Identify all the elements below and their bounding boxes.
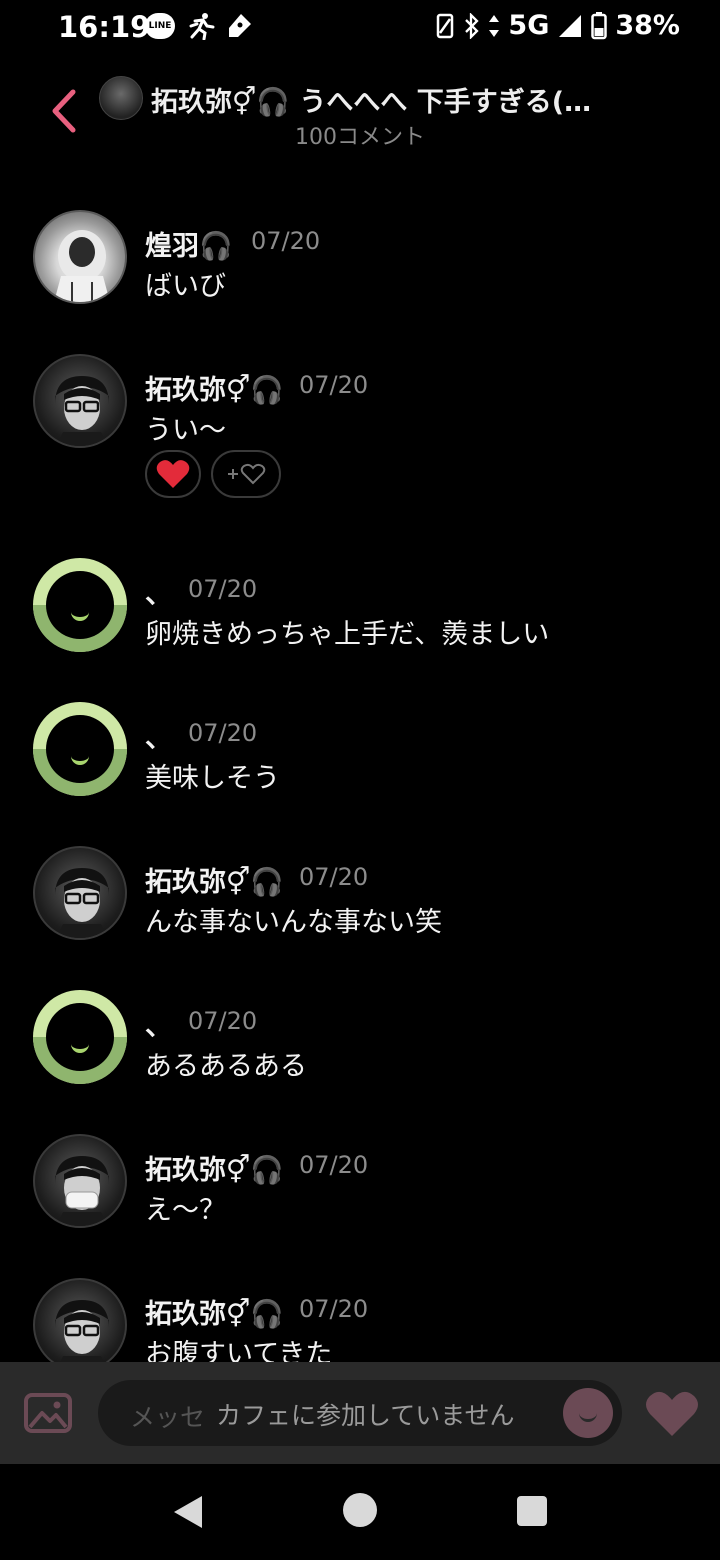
reaction-bar: [145, 450, 281, 498]
comment-text: お腹すいてきた: [145, 1339, 333, 1362]
heart-reaction[interactable]: [145, 450, 201, 498]
comment-author[interactable]: 煌羽🎧: [145, 224, 233, 263]
thread-author-avatar[interactable]: [99, 76, 143, 120]
comment-date: 07/20: [188, 1007, 258, 1035]
comment-author[interactable]: 、: [145, 1004, 172, 1043]
user-avatar[interactable]: [33, 702, 127, 796]
comment-text: え〜？: [145, 1195, 226, 1226]
comment-text: んな事ないんな事ない笑: [145, 907, 442, 938]
comment-text: 美味しそう: [145, 763, 280, 794]
comment-count: 100コメント: [295, 125, 425, 150]
user-avatar[interactable]: [33, 210, 127, 304]
user-avatar[interactable]: [33, 990, 127, 1084]
comment-author[interactable]: 拓玖弥⚥🎧: [145, 368, 284, 407]
comment-date: 07/20: [299, 863, 369, 891]
thread-title[interactable]: 拓玖弥⚥🎧 うへへへ 下手すぎる(…: [151, 80, 611, 119]
comment-text: 卵焼きめっちゃ上手だ、羨ましい: [145, 619, 550, 650]
person-with-glasses-icon: [55, 868, 109, 938]
system-nav-bar: [0, 1464, 720, 1560]
comment-author[interactable]: 、: [145, 572, 172, 611]
person-with-glasses-icon: [55, 1300, 109, 1362]
not-joined-notice: カフェに参加していません: [216, 1401, 515, 1430]
user-avatar[interactable]: [33, 1278, 127, 1362]
thread-header: 拓玖弥⚥🎧 うへへへ 下手すぎる(… 100コメント: [0, 64, 720, 164]
user-avatar[interactable]: [33, 1134, 127, 1228]
add-reaction-button[interactable]: [211, 450, 281, 498]
user-avatar[interactable]: [33, 846, 127, 940]
comment-author[interactable]: 拓玖弥⚥🎧: [145, 1148, 284, 1187]
person-with-glasses-icon: [55, 376, 109, 446]
emoji-button[interactable]: [563, 1388, 613, 1438]
image-icon[interactable]: [24, 1393, 72, 1433]
red-heart-icon: [156, 460, 190, 488]
nav-back-icon[interactable]: [170, 1494, 204, 1530]
user-avatar[interactable]: [33, 354, 127, 448]
comment-text: うい〜: [145, 415, 226, 446]
comment-list[interactable]: 煌羽🎧 07/20 ばいび 拓玖弥⚥🎧 07/20 うい〜 、 07/20 卵焼…: [0, 0, 720, 1362]
heart-icon[interactable]: [644, 1388, 700, 1438]
hooded-person-icon: [54, 230, 110, 302]
comment-date: 07/20: [299, 1295, 369, 1323]
nav-home-icon[interactable]: [343, 1493, 377, 1527]
user-avatar[interactable]: [33, 558, 127, 652]
comment-text: ばいび: [145, 271, 226, 302]
comment-date: 07/20: [251, 227, 321, 255]
comment-date: 07/20: [299, 1151, 369, 1179]
smile-icon: [579, 1410, 597, 1422]
comment-author[interactable]: 拓玖弥⚥🎧: [145, 860, 284, 899]
comment-author[interactable]: 拓玖弥⚥🎧: [145, 1292, 284, 1331]
message-placeholder: メッセ: [130, 1403, 206, 1432]
comment-author[interactable]: 、: [145, 716, 172, 755]
person-with-mask-icon: [55, 1156, 109, 1226]
add-heart-icon: [228, 463, 266, 485]
nav-recents-icon[interactable]: [517, 1496, 547, 1526]
comment-date: 07/20: [188, 719, 258, 747]
comment-text: あるあるある: [145, 1051, 307, 1082]
composer-bar: メッセ カフェに参加していません: [0, 1362, 720, 1464]
comment-date: 07/20: [188, 575, 258, 603]
comment-date: 07/20: [299, 371, 369, 399]
